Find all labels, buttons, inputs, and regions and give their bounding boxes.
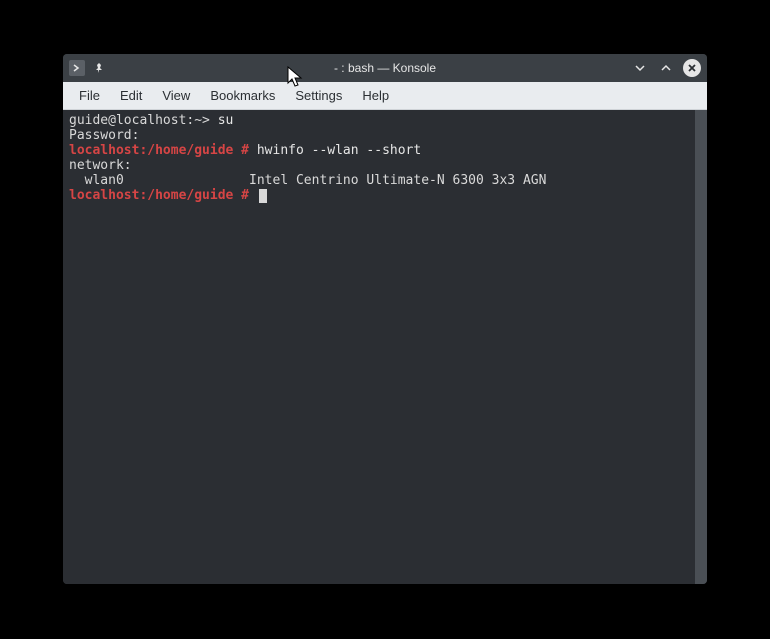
app-menu-icon[interactable] xyxy=(69,60,85,76)
user-prompt: guide@localhost:~> xyxy=(69,113,210,128)
menu-file[interactable]: File xyxy=(69,84,110,107)
scrollbar[interactable] xyxy=(695,110,707,584)
terminal-line: network: xyxy=(69,159,689,174)
window-title: - : bash — Konsole xyxy=(63,61,707,75)
titlebar[interactable]: - : bash — Konsole xyxy=(63,54,707,82)
terminal-line: Password: xyxy=(69,129,689,144)
command-text xyxy=(249,188,257,203)
terminal-line: localhost:/home/guide # hwinfo --wlan --… xyxy=(69,144,689,159)
close-button[interactable] xyxy=(683,59,701,77)
terminal-line: localhost:/home/guide # xyxy=(69,189,689,204)
root-prompt: localhost:/home/guide # xyxy=(69,143,249,158)
menu-help[interactable]: Help xyxy=(352,84,399,107)
command-text: su xyxy=(210,113,233,128)
terminal-line: guide@localhost:~> su xyxy=(69,114,689,129)
titlebar-controls xyxy=(631,59,701,77)
terminal-line: wlan0 Intel Centrino Ultimate-N 6300 3x3… xyxy=(69,174,689,189)
root-prompt: localhost:/home/guide # xyxy=(69,188,249,203)
minimize-button[interactable] xyxy=(631,59,649,77)
menu-edit[interactable]: Edit xyxy=(110,84,152,107)
pin-icon[interactable] xyxy=(91,60,107,76)
maximize-button[interactable] xyxy=(657,59,675,77)
menu-settings[interactable]: Settings xyxy=(285,84,352,107)
titlebar-left xyxy=(69,60,107,76)
menu-view[interactable]: View xyxy=(152,84,200,107)
terminal-cursor xyxy=(259,189,267,203)
konsole-window: - : bash — Konsole File Edit View Bookma… xyxy=(63,54,707,584)
menubar: File Edit View Bookmarks Settings Help xyxy=(63,82,707,110)
command-text: hwinfo --wlan --short xyxy=(249,143,421,158)
menu-bookmarks[interactable]: Bookmarks xyxy=(200,84,285,107)
terminal-area: guide@localhost:~> suPassword:localhost:… xyxy=(63,110,707,584)
terminal[interactable]: guide@localhost:~> suPassword:localhost:… xyxy=(63,110,695,584)
